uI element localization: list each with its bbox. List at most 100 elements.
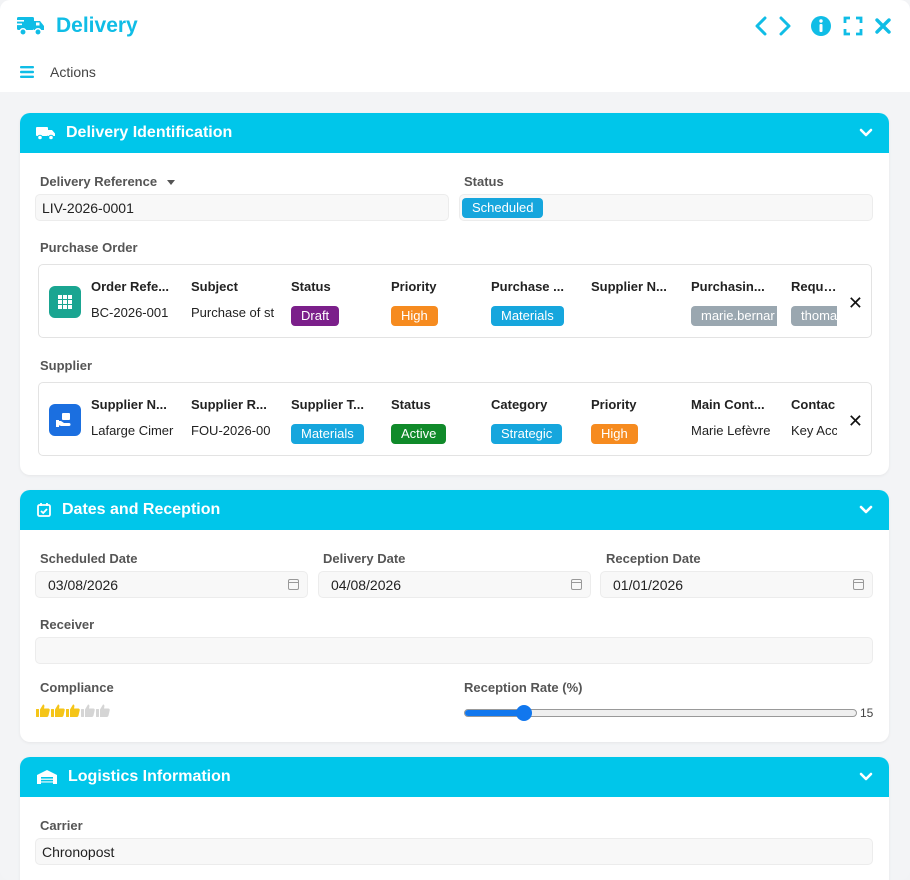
sup-col-main-contact: Main Cont... Marie Lefèvre (691, 383, 783, 455)
warehouse-icon (36, 769, 58, 785)
delivery-reference-value: LIV-2026-0001 (42, 199, 134, 216)
status-field[interactable]: Scheduled (459, 194, 873, 221)
carrier-label: Carrier (40, 818, 83, 833)
dates-reception-header[interactable]: Dates and Reception (20, 490, 889, 530)
user-tag: thoma (791, 306, 837, 326)
sup-col-category: Category Strategic (491, 383, 583, 455)
po-col-purchase-type: Purchase ... Materials (491, 265, 583, 337)
delivery-window: Delivery Actions Delivery Identification… (0, 0, 910, 880)
title-bar: Delivery (0, 0, 910, 52)
calendar-icon[interactable] (288, 579, 299, 590)
thumbs-up-icon[interactable] (96, 704, 110, 717)
type-badge: Materials (291, 424, 364, 444)
column-value: Marie Lefèvre (691, 423, 771, 438)
reception-rate-slider[interactable] (464, 705, 857, 721)
column-header: Supplier N... (591, 279, 667, 294)
column-header: Category (491, 397, 548, 412)
scheduled-date-input[interactable]: 03/08/2026 (35, 571, 308, 598)
logistics-header[interactable]: Logistics Information (20, 757, 889, 797)
po-col-status: Status Draft (291, 265, 383, 337)
column-value: BC-2026-001 (91, 305, 169, 320)
chevron-left-icon[interactable] (750, 15, 772, 37)
po-col-subject: Subject Purchase of st (191, 265, 283, 337)
chevron-down-icon[interactable] (859, 128, 873, 138)
status-badge: Draft (291, 306, 340, 326)
column-header: Order Refe... (91, 279, 170, 294)
delivery-date-input[interactable]: 04/08/2026 (318, 571, 591, 598)
logistics-card: Logistics Information Carrier Chronopost (20, 757, 889, 880)
reception-rate-value: 15 (860, 706, 874, 720)
app-title: Delivery (56, 14, 138, 37)
sup-col-supplier-reference: Supplier R... FOU-2026-00 (191, 383, 283, 455)
category-badge: Strategic (491, 424, 563, 444)
po-col-supplier-name: Supplier N... (591, 265, 683, 337)
column-header: Supplier R... (191, 397, 267, 412)
section-title: Logistics Information (68, 768, 231, 785)
carrier-value: Chronopost (42, 843, 115, 860)
grid-icon (49, 286, 81, 318)
receiver-input[interactable] (35, 637, 873, 664)
column-header: Reques (791, 279, 837, 294)
column-header: Subject (191, 279, 238, 294)
purchase-order-record[interactable]: Order Refe... BC-2026-001 Subject Purcha… (38, 264, 872, 338)
user-tag: marie.bernar (691, 306, 777, 326)
po-col-order-reference: Order Refe... BC-2026-001 (91, 265, 183, 337)
delivery-identification-card: Delivery Identification Delivery Referen… (20, 113, 889, 475)
close-icon[interactable] (872, 15, 894, 37)
slider-thumb[interactable] (515, 705, 532, 721)
column-value: Purchase of st (191, 305, 275, 320)
column-header: Purchase ... (491, 279, 564, 294)
thumbs-up-icon[interactable] (36, 704, 50, 717)
truck-icon (16, 14, 46, 38)
truck-icon (36, 125, 56, 141)
column-header: Main Cont... (691, 397, 765, 412)
menu-icon[interactable] (20, 66, 34, 78)
expand-icon[interactable] (842, 15, 864, 37)
scheduled-date-value: 03/08/2026 (48, 576, 119, 593)
scheduled-date-label: Scheduled Date (40, 551, 138, 566)
column-value: Key Acc (791, 423, 837, 438)
chevron-down-icon[interactable] (859, 505, 873, 515)
remove-purchase-order-icon[interactable]: ✕ (848, 293, 863, 314)
reception-date-input[interactable]: 01/01/2026 (600, 571, 873, 598)
carrier-input[interactable]: Chronopost (35, 838, 873, 865)
po-col-purchasing: Purchasin... marie.bernar (691, 265, 783, 337)
delivery-reference-field[interactable]: LIV-2026-0001 (35, 194, 449, 221)
status-label: Status (464, 174, 504, 189)
slider-fill (465, 710, 524, 716)
supplier-label: Supplier (40, 358, 93, 373)
thumbs-up-icon[interactable] (51, 704, 65, 717)
po-col-requester: Reques thoma (791, 265, 837, 337)
column-value: Lafarge Cimer (91, 423, 174, 438)
column-value: FOU-2026-00 (191, 423, 271, 438)
info-icon[interactable] (810, 15, 832, 37)
calendar-check-icon (36, 502, 52, 518)
calendar-icon[interactable] (571, 579, 582, 590)
sup-col-contact: Contac Key Acc (791, 383, 837, 455)
column-header: Purchasin... (691, 279, 765, 294)
thumbs-up-icon[interactable] (81, 704, 95, 717)
status-badge: Active (391, 424, 447, 444)
caret-down-icon[interactable] (166, 180, 175, 186)
actions-menu-label[interactable]: Actions (50, 64, 96, 80)
thumbs-up-icon[interactable] (66, 704, 80, 717)
sup-col-priority: Priority High (591, 383, 683, 455)
reception-rate-label: Reception Rate (%) (464, 680, 583, 695)
calendar-icon[interactable] (853, 579, 864, 590)
remove-supplier-icon[interactable]: ✕ (848, 411, 863, 432)
compliance-rating[interactable] (36, 704, 110, 717)
chevron-right-icon[interactable] (774, 15, 796, 37)
delivery-date-label: Delivery Date (323, 551, 406, 566)
po-col-priority: Priority High (391, 265, 483, 337)
sup-col-supplier-type: Supplier T... Materials (291, 383, 383, 455)
supplier-record[interactable]: Supplier N... Lafarge Cimer Supplier R..… (38, 382, 872, 456)
type-badge: Materials (491, 306, 564, 326)
receiver-label: Receiver (40, 617, 95, 632)
section-title: Dates and Reception (62, 501, 221, 518)
chevron-down-icon[interactable] (859, 772, 873, 782)
column-header: Status (391, 397, 431, 412)
purchase-order-label: Purchase Order (40, 240, 138, 255)
delivery-identification-header[interactable]: Delivery Identification (20, 113, 889, 153)
reception-date-value: 01/01/2026 (613, 576, 684, 593)
supplier-icon (49, 404, 81, 436)
